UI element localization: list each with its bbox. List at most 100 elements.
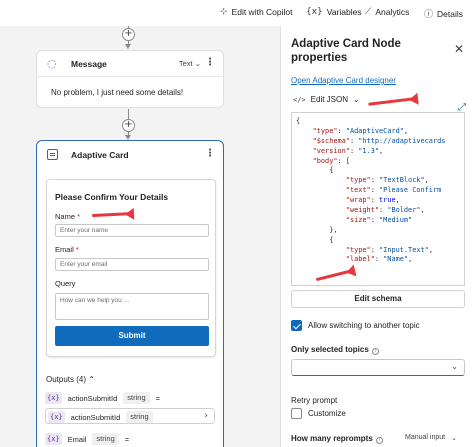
json-token: :	[370, 245, 380, 254]
variables-icon: {x}	[306, 7, 323, 17]
info-icon: i	[371, 348, 379, 355]
output-row: {x} actionSubmitId string	[48, 410, 153, 424]
message-node[interactable]: ◌ Message Text ⌄ ⋮ No problem, I just ne…	[36, 50, 224, 108]
chat-bubble-icon: ◌	[47, 57, 57, 70]
variables-button[interactable]: {x} Variables	[306, 7, 362, 17]
details-button[interactable]: ⓘ Details	[424, 7, 463, 21]
manual-input-value: Manual input	[405, 434, 446, 441]
json-token: ,	[403, 126, 409, 135]
json-token: "text"	[345, 186, 371, 195]
json-editor[interactable]: { "type": "AdaptiveCard", "$schema": "ht…	[291, 112, 465, 286]
name-input[interactable]: Enter your name	[55, 224, 209, 237]
json-token: "TextBlock"	[379, 176, 425, 185]
form-title: Please Confirm Your Details	[55, 192, 169, 202]
json-token: "Bolder"	[387, 206, 421, 215]
chevron-down-icon: ⌄	[451, 435, 457, 442]
json-token: },	[296, 225, 338, 234]
adaptive-card-node[interactable]: Adaptive Card ⋮ Please Confirm Your Deta…	[36, 140, 224, 447]
query-textarea[interactable]: How can we help you ...	[55, 293, 209, 320]
name-label-text: Name	[55, 212, 76, 221]
json-line: {	[296, 117, 460, 127]
analytics-icon: ⟋	[365, 7, 372, 17]
json-token: "Please Confirm	[379, 186, 442, 195]
close-icon[interactable]: ✕	[454, 42, 464, 56]
json-token: "size"	[345, 215, 371, 224]
output-row[interactable]: {x} Email string =	[45, 432, 129, 446]
json-token: :	[374, 255, 384, 264]
outputs-header: Outputs (4)	[46, 375, 87, 384]
analytics-button[interactable]: ⟋ Analytics	[365, 7, 409, 17]
more-options-icon[interactable]: ⋮	[205, 148, 215, 159]
json-line: "type": "AdaptiveCard",	[296, 127, 460, 137]
variable-icon: {x}	[48, 411, 65, 423]
edit-json-label: Edit JSON	[310, 95, 348, 104]
json-token: "wrap"	[345, 196, 371, 205]
email-input[interactable]: Enter your email	[55, 258, 209, 271]
output-name: Email	[67, 434, 87, 444]
chevron-down-icon: ⌄	[194, 59, 201, 68]
json-token: "1.3"	[358, 146, 380, 155]
edit-with-copilot-button[interactable]: ⊹ Edit with Copilot	[220, 7, 293, 17]
json-token: "$schema"	[312, 136, 350, 145]
topics-select[interactable]: ⌄	[291, 359, 465, 376]
info-icon: i	[375, 437, 383, 444]
edit-json-dropdown[interactable]: </> Edit JSON ⌄	[293, 95, 360, 104]
json-token: {	[296, 235, 334, 244]
json-token: ,	[428, 245, 433, 254]
output-name: actionSubmitId	[67, 393, 118, 403]
allow-switching-checkbox[interactable]	[291, 320, 302, 331]
json-token: ,	[408, 255, 413, 264]
json-line: {	[296, 166, 460, 176]
equals-sign: =	[155, 393, 161, 403]
add-node-button[interactable]: +	[122, 28, 135, 41]
json-token: : [	[337, 156, 350, 165]
outputs-toggle[interactable]: Outputs (4) ⌃	[46, 375, 95, 384]
query-label: Query	[55, 279, 76, 288]
authoring-canvas[interactable]: + ◌ Message Text ⌄ ⋮ No problem, I just …	[0, 26, 280, 447]
more-options-icon[interactable]: ⋮	[205, 57, 215, 68]
how-many-reprompts-text: How many reprompts	[291, 434, 373, 443]
chevron-down-icon: ⌄	[353, 95, 360, 104]
chevron-up-icon: ⌃	[88, 375, 95, 384]
json-line: "version": "1.3",	[296, 147, 460, 157]
customize-checkbox-row[interactable]: Customize	[291, 408, 346, 419]
message-type-dropdown[interactable]: Text ⌄	[179, 59, 201, 68]
edit-with-copilot-label: Edit with Copilot	[231, 7, 293, 17]
edit-schema-button[interactable]: Edit schema	[291, 290, 465, 308]
analytics-label: Analytics	[375, 7, 410, 17]
json-token: "version"	[312, 146, 350, 155]
open-designer-link[interactable]: Open Adaptive Card designer	[291, 76, 396, 85]
message-text[interactable]: No problem, I just need some details!	[51, 88, 183, 97]
json-line: {	[296, 236, 460, 246]
customize-checkbox[interactable]	[291, 408, 302, 419]
output-row[interactable]: {x} actionSubmitId string =	[45, 391, 160, 405]
output-variable-box[interactable]: {x} actionSubmitId string ›	[45, 408, 215, 424]
adaptive-card-title: Adaptive Card	[71, 150, 129, 160]
json-token: :	[370, 215, 380, 224]
json-token: :	[370, 176, 380, 185]
copilot-icon: ⊹	[220, 7, 228, 17]
manual-input-dropdown[interactable]: Manual input ⌄	[405, 434, 457, 442]
output-type: string	[126, 411, 153, 423]
name-label: Name *	[55, 212, 80, 221]
json-token: {	[296, 166, 334, 175]
adaptive-card-header: Adaptive Card ⋮	[37, 141, 223, 169]
message-node-title: Message	[71, 59, 107, 69]
submit-button[interactable]: Submit	[55, 326, 209, 346]
message-type-value: Text	[178, 59, 193, 68]
allow-switching-checkbox-row[interactable]: Allow switching to another topic	[291, 320, 420, 331]
top-toolbar: ⊹ Edit with Copilot {x} Variables ⟋ Anal…	[0, 0, 474, 26]
json-line: "text": "Please Confirm	[296, 186, 460, 196]
add-node-button[interactable]: +	[122, 119, 135, 132]
only-selected-topics-label: Only selected topics i	[291, 345, 379, 355]
email-label: Email *	[55, 245, 79, 254]
details-label: Details	[437, 8, 463, 19]
